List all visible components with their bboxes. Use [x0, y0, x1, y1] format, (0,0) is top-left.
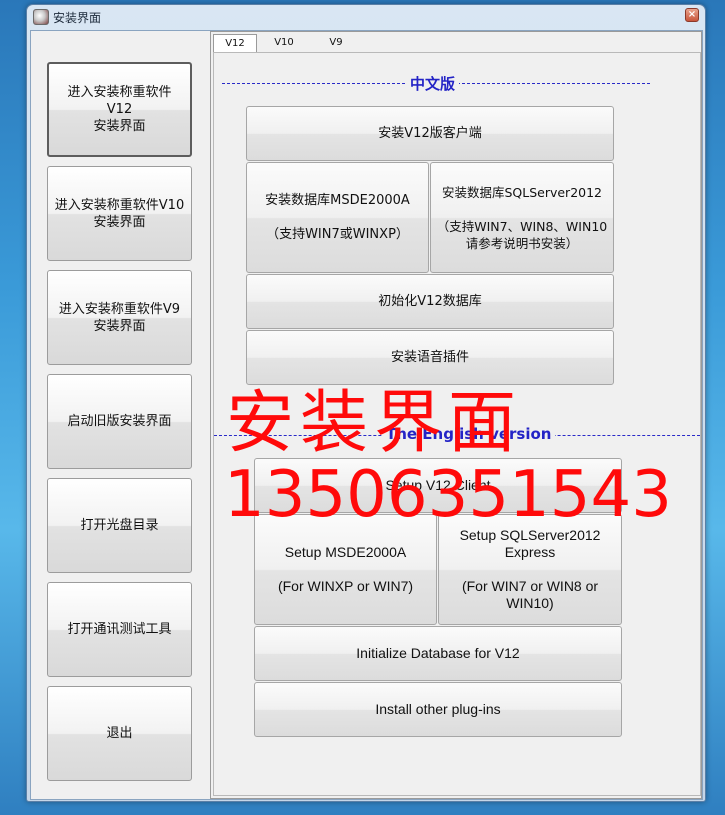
tab-page-v12: 中文版 安装V12版客户端 安装数据库MSDE2000A （支持WIN7或WIN… — [213, 52, 701, 796]
version-tabs: V12 V10 V9 — [211, 32, 701, 52]
init-v12-database-button[interactable]: 初始化V12数据库 — [246, 274, 614, 329]
install-v12-client-button[interactable]: 安装V12版客户端 — [246, 106, 614, 161]
app-icon — [33, 9, 49, 25]
main-panel: V12 V10 V9 中文版 安装V12版客户端 安装数据库MSDE2000A … — [210, 31, 702, 799]
tab-v10[interactable]: V10 — [267, 34, 301, 51]
initialize-database-v12-button[interactable]: Initialize Database for V12 — [254, 626, 622, 681]
client-area: 进入安装称重软件 V12 安装界面 进入安装称重软件V10 安装界面 进入安装称… — [30, 30, 703, 800]
enter-v10-installer-button[interactable]: 进入安装称重软件V10 安装界面 — [47, 166, 192, 261]
tab-v9[interactable]: V9 — [321, 34, 351, 51]
setup-sqlserver2012-button[interactable]: Setup SQLServer2012 Express (For WIN7 or… — [438, 514, 622, 625]
chinese-section-title: 中文版 — [406, 73, 460, 94]
open-comm-test-tool-button[interactable]: 打开通讯测试工具 — [47, 582, 192, 677]
sidebar: 进入安装称重软件 V12 安装界面 进入安装称重软件V10 安装界面 进入安装称… — [31, 31, 207, 799]
enter-v9-installer-button[interactable]: 进入安装称重软件V9 安装界面 — [47, 270, 192, 365]
install-msde2000a-button[interactable]: 安装数据库MSDE2000A （支持WIN7或WINXP） — [246, 162, 429, 273]
exit-button[interactable]: 退出 — [47, 686, 192, 781]
english-section-title: The English version — [382, 425, 556, 443]
setup-v12-client-button[interactable]: Setup V12 Client — [254, 458, 622, 513]
enter-v12-installer-button[interactable]: 进入安装称重软件 V12 安装界面 — [47, 62, 192, 157]
tab-v12[interactable]: V12 — [213, 34, 257, 52]
install-voice-plugin-button[interactable]: 安装语音插件 — [246, 330, 614, 385]
install-other-plugins-button[interactable]: Install other plug-ins — [254, 682, 622, 737]
installer-window: 安装界面 × 进入安装称重软件 V12 安装界面 进入安装称重软件V10 安装界… — [26, 4, 706, 802]
launch-old-installer-button[interactable]: 启动旧版安装界面 — [47, 374, 192, 469]
window-title: 安装界面 — [53, 11, 102, 25]
setup-msde2000a-button[interactable]: Setup MSDE2000A (For WINXP or WIN7) — [254, 514, 437, 625]
title-bar[interactable]: 安装界面 × — [27, 5, 705, 29]
open-cd-directory-button[interactable]: 打开光盘目录 — [47, 478, 192, 573]
close-button[interactable]: × — [685, 8, 699, 22]
install-sqlserver2012-button[interactable]: 安装数据库SQLServer2012 （支持WIN7、WIN8、WIN10 请参… — [430, 162, 614, 273]
